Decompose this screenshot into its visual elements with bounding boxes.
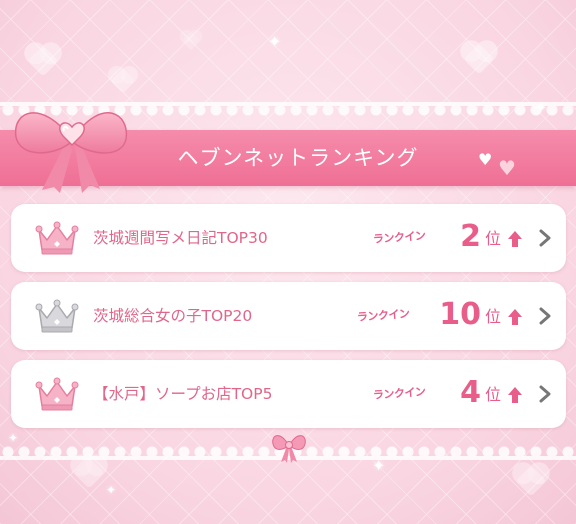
heart-gem-icon: ♥ [498, 156, 516, 180]
bow-ribbon-icon [14, 112, 128, 193]
chevron-right-icon[interactable] [538, 384, 552, 404]
crown-pink-icon [35, 221, 79, 255]
rank-unit: 位 [485, 385, 502, 404]
crown-silver-icon [35, 299, 79, 333]
rank-unit: 位 [485, 229, 502, 248]
rank-number: 10 [439, 297, 481, 332]
up-arrow-icon [508, 309, 522, 325]
rank-in-badge: ランクイン [372, 229, 426, 246]
ranking-title: 茨城週間写メ日記TOP30 [93, 229, 268, 247]
ranking-card[interactable]: 茨城総合女の子TOP20 ランクイン 10 位 [11, 282, 566, 350]
rank-in-badge: ランクイン [372, 385, 426, 402]
rank-number: 4 [460, 375, 481, 410]
sparkle-icon: ✦ [106, 483, 117, 497]
ranking-card[interactable]: 茨城週間写メ日記TOP30 ランクイン 2 位 [11, 204, 566, 272]
sparkle-icon: ✦ [268, 32, 282, 51]
rank-unit: 位 [485, 307, 502, 326]
crown-pink-icon [35, 377, 79, 411]
ranking-title: 【水戸】ソープお店TOP5 [93, 385, 273, 403]
up-arrow-icon [508, 387, 522, 403]
sparkle-icon: ✦ [372, 456, 386, 475]
heart-gem-icon: ♥ [478, 150, 493, 169]
ranking-card[interactable]: 【水戸】ソープお店TOP5 ランクイン 4 位 [11, 360, 566, 428]
up-arrow-icon [508, 231, 522, 247]
ranking-title: 茨城総合女の子TOP20 [93, 307, 253, 325]
chevron-right-icon[interactable] [538, 306, 552, 326]
small-bow-icon [272, 435, 306, 463]
rank-in-badge: ランクイン [356, 307, 410, 324]
chevron-right-icon[interactable] [538, 228, 552, 248]
rank-number: 2 [460, 219, 481, 254]
